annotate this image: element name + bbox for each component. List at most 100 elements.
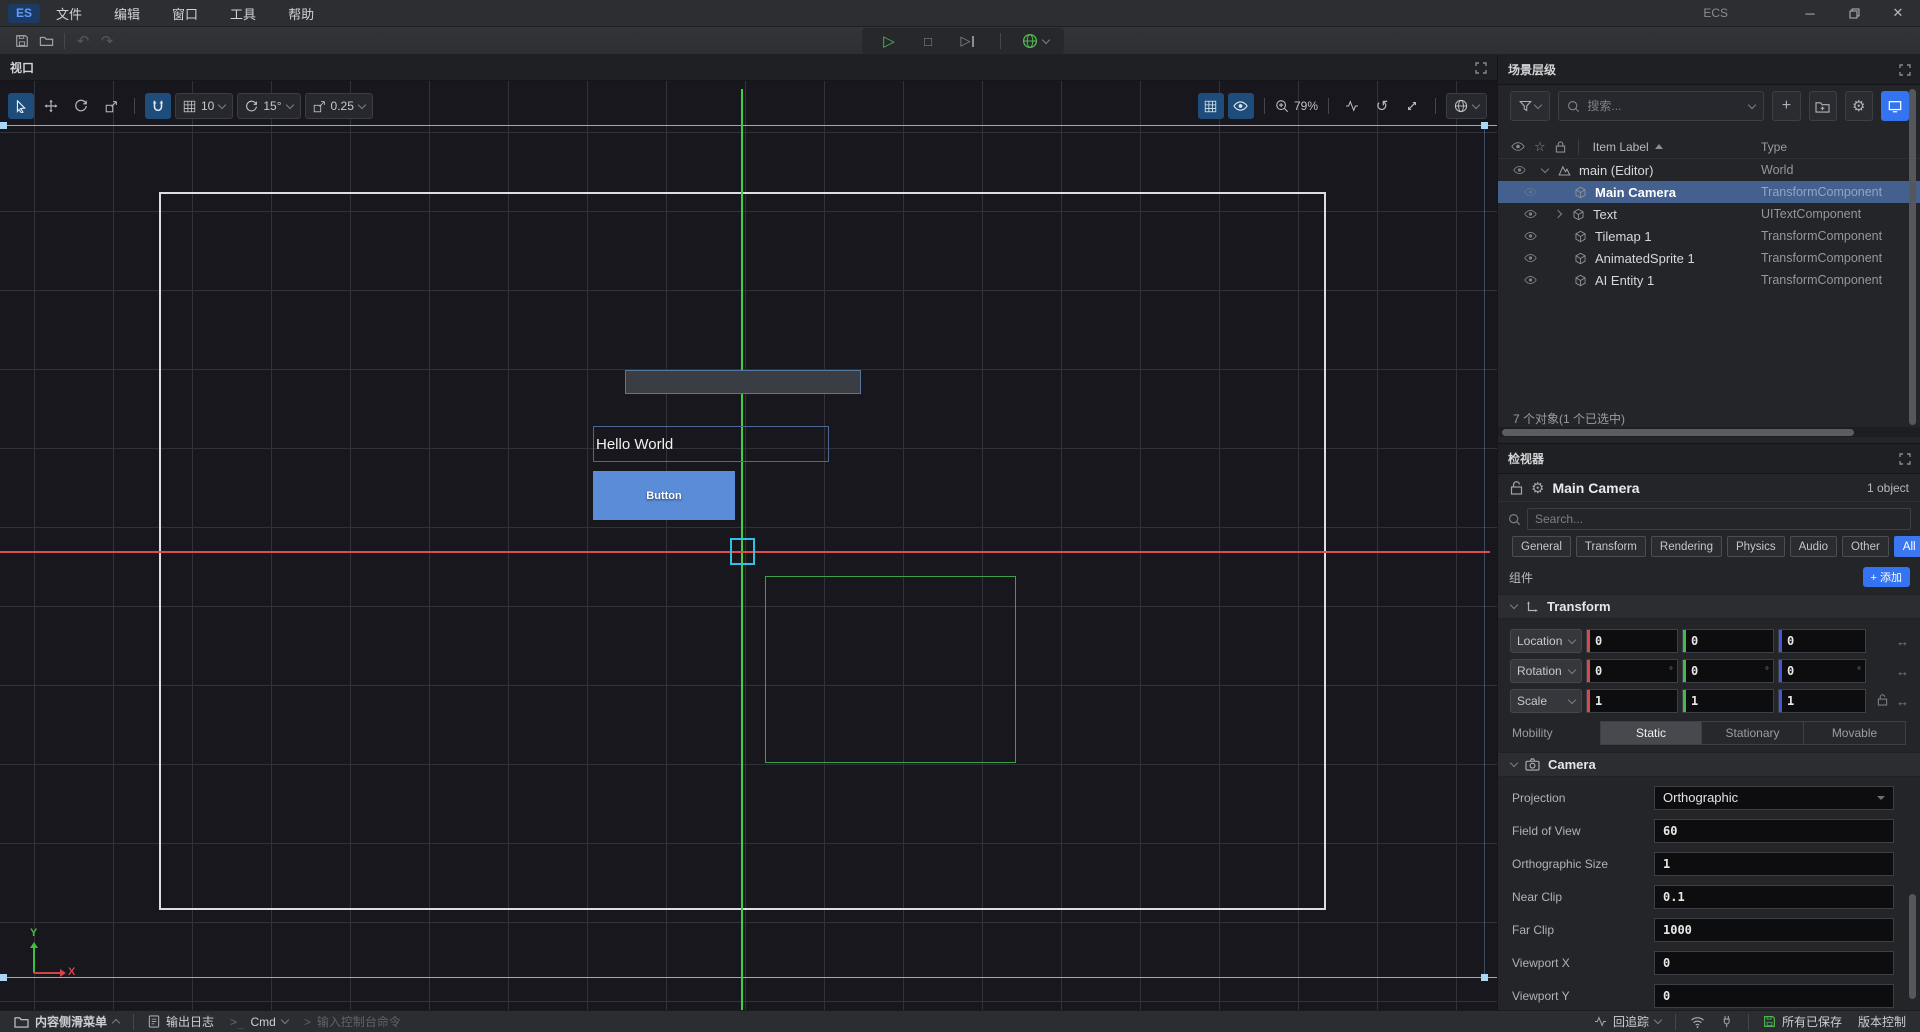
redo-button[interactable]: ↷: [95, 29, 119, 53]
bounds-handle[interactable]: [1481, 122, 1488, 129]
visibility-eye-icon[interactable]: [1524, 275, 1537, 285]
menu-window[interactable]: 窗口: [156, 0, 214, 27]
tree-row-label[interactable]: main (Editor): [1579, 163, 1653, 178]
tree-row-ai-entity[interactable]: AI Entity 1 TransformComponent: [1498, 269, 1920, 291]
version-control-button[interactable]: 版本控制: [1850, 1013, 1914, 1030]
save-status[interactable]: 所有已保存: [1755, 1013, 1850, 1030]
hierarchy-vscrollbar-thumb[interactable]: [1909, 89, 1916, 425]
connection-button[interactable]: [1713, 1015, 1742, 1028]
expand-panel-icon[interactable]: [1475, 62, 1487, 74]
far-clip-field[interactable]: [1654, 918, 1894, 942]
visibility-eye-icon[interactable]: [1513, 165, 1526, 175]
close-button[interactable]: ✕: [1876, 0, 1920, 27]
run-target-dropdown[interactable]: [1022, 33, 1049, 49]
minimize-button[interactable]: ─: [1788, 0, 1832, 27]
gear-icon[interactable]: ⚙: [1531, 479, 1544, 497]
collapsed-chevron-icon[interactable]: [1554, 210, 1562, 218]
scale-z-input[interactable]: [1782, 694, 1865, 708]
location-x-field[interactable]: [1586, 629, 1678, 653]
scale-y-field[interactable]: [1682, 689, 1774, 713]
viewport-x-field[interactable]: [1654, 951, 1894, 975]
rotation-x-input[interactable]: [1590, 664, 1677, 678]
bounds-handle[interactable]: [1481, 974, 1488, 981]
add-entity-button[interactable]: +: [1772, 91, 1800, 121]
visibility-eye-icon[interactable]: [1524, 253, 1537, 263]
location-z-input[interactable]: [1782, 634, 1865, 648]
expand-chevron-icon[interactable]: [1541, 164, 1549, 172]
add-component-button[interactable]: + 添加: [1863, 567, 1910, 587]
rotation-z-field[interactable]: °: [1778, 659, 1866, 683]
scale-space-dropdown[interactable]: Scale: [1510, 689, 1582, 713]
menu-help[interactable]: 帮助: [272, 0, 330, 27]
viewport-y-field[interactable]: [1654, 984, 1894, 1008]
visibility-toggle-button[interactable]: [1228, 93, 1254, 119]
fullscreen-button[interactable]: [1399, 93, 1425, 119]
reset-values-icon[interactable]: ↔: [1896, 694, 1909, 709]
tab-all[interactable]: All: [1894, 536, 1920, 557]
menu-file[interactable]: 文件: [40, 0, 98, 27]
output-log-button[interactable]: 输出日志: [140, 1013, 222, 1030]
visibility-eye-icon[interactable]: [1524, 187, 1537, 197]
hierarchy-search[interactable]: [1558, 91, 1764, 121]
stop-button[interactable]: □: [916, 29, 940, 53]
viewport-x-input[interactable]: [1655, 956, 1893, 970]
rotation-x-field[interactable]: °: [1586, 659, 1678, 683]
world-view-dropdown[interactable]: [1446, 93, 1487, 119]
tree-row-world[interactable]: main (Editor) World: [1498, 159, 1920, 181]
scale-x-field[interactable]: [1586, 689, 1678, 713]
reset-view-button[interactable]: ↺: [1369, 93, 1395, 119]
zoom-control[interactable]: 79%: [1275, 99, 1318, 113]
save-button[interactable]: [10, 29, 34, 53]
reset-values-icon[interactable]: ↔: [1896, 664, 1909, 679]
lock-ratio-icon[interactable]: [1877, 694, 1888, 709]
orthographic-size-input[interactable]: [1655, 857, 1893, 871]
snap-toggle-button[interactable]: [145, 93, 171, 119]
reset-values-icon[interactable]: ↔: [1896, 634, 1909, 649]
tab-rendering[interactable]: Rendering: [1651, 536, 1722, 557]
rotation-y-input[interactable]: [1686, 664, 1773, 678]
scale-tool-button[interactable]: [98, 93, 124, 119]
menu-tools[interactable]: 工具: [214, 0, 272, 27]
viewport-y-input[interactable]: [1655, 989, 1893, 1003]
mobility-static[interactable]: Static: [1600, 721, 1702, 745]
location-y-field[interactable]: [1682, 629, 1774, 653]
rotate-snap-dropdown[interactable]: 15°: [237, 93, 300, 119]
hierarchy-settings-button[interactable]: ⚙: [1845, 91, 1873, 121]
transform-section-header[interactable]: Transform: [1498, 594, 1920, 619]
open-folder-button[interactable]: [34, 29, 58, 53]
camera-center-handle[interactable]: [730, 538, 755, 565]
tree-row-text[interactable]: Text UITextComponent: [1498, 203, 1920, 225]
tree-row-main-camera[interactable]: Main Camera TransformComponent: [1498, 181, 1920, 203]
console-input[interactable]: > 输入控制台命令: [296, 1013, 409, 1030]
visibility-eye-icon[interactable]: [1524, 231, 1537, 241]
scale-y-input[interactable]: [1686, 694, 1773, 708]
tree-row-label[interactable]: AI Entity 1: [1595, 273, 1654, 288]
tree-row-tilemap[interactable]: Tilemap 1 TransformComponent: [1498, 225, 1920, 247]
star-column-icon[interactable]: ☆: [1534, 139, 1546, 155]
rotation-z-input[interactable]: [1782, 664, 1865, 678]
menu-edit[interactable]: 编辑: [98, 0, 156, 27]
grid-snap-dropdown[interactable]: 10: [175, 93, 233, 119]
undo-button[interactable]: ↶: [71, 29, 95, 53]
trace-dropdown[interactable]: 回追踪: [1586, 1013, 1669, 1030]
ai-entity-rect[interactable]: [765, 576, 1016, 763]
app-logo[interactable]: ES: [8, 4, 40, 23]
mobility-stationary[interactable]: Stationary: [1702, 721, 1804, 745]
location-y-input[interactable]: [1686, 634, 1773, 648]
filter-dropdown[interactable]: [1510, 91, 1550, 121]
camera-section-header[interactable]: Camera: [1498, 752, 1920, 777]
field-of-view-input[interactable]: [1655, 824, 1893, 838]
lock-column-icon[interactable]: [1555, 141, 1566, 153]
stats-button[interactable]: [1339, 93, 1365, 119]
location-x-input[interactable]: [1590, 634, 1677, 648]
location-space-dropdown[interactable]: Location: [1510, 629, 1582, 653]
bounds-handle[interactable]: [0, 974, 7, 981]
projection-dropdown[interactable]: Orthographic: [1654, 786, 1894, 810]
scale-snap-dropdown[interactable]: 0.25: [305, 93, 373, 119]
tree-row-label[interactable]: Tilemap 1: [1595, 229, 1652, 244]
network-status-button[interactable]: [1682, 1016, 1713, 1028]
maximize-button[interactable]: [1832, 0, 1876, 27]
tilemap-object[interactable]: [625, 370, 861, 394]
hierarchy-search-input[interactable]: [1587, 99, 1742, 113]
tree-row-label[interactable]: Main Camera: [1595, 185, 1676, 200]
